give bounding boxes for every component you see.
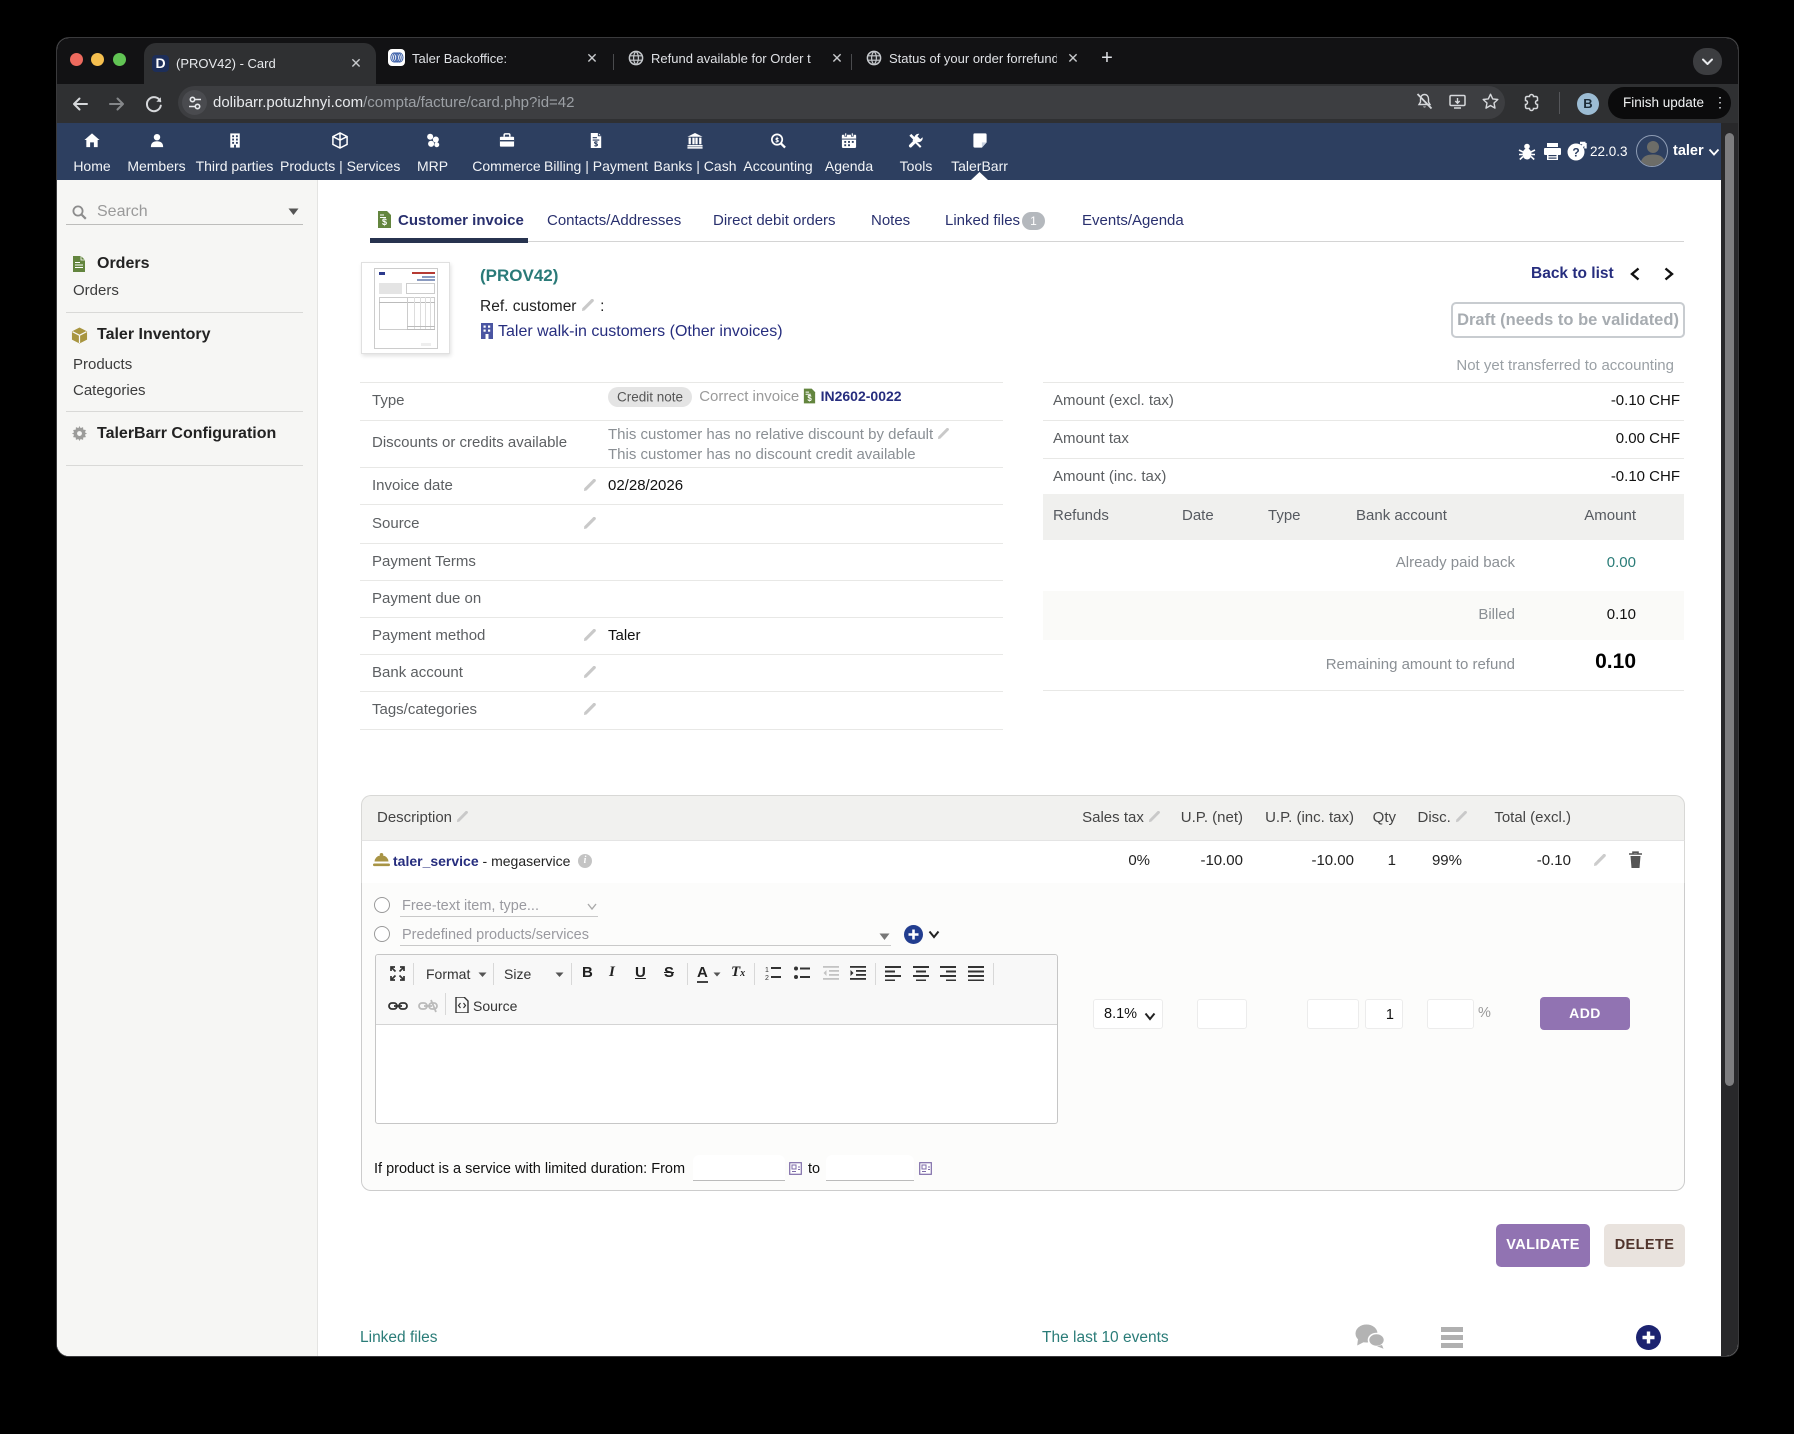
svg-text:?: ?: [1572, 146, 1579, 160]
svg-text:2: 2: [765, 975, 769, 981]
svg-text:$: $: [808, 394, 813, 403]
svg-text:$: $: [382, 217, 387, 227]
svg-text:1: 1: [765, 967, 769, 974]
